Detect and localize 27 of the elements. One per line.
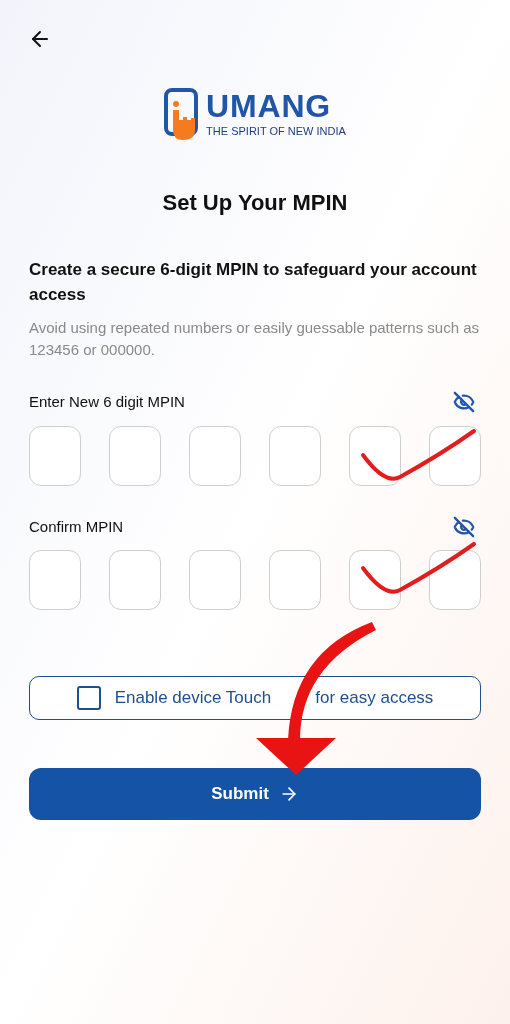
option-label: Enable device Touch (114, 687, 272, 710)
phone-hand-icon (164, 88, 201, 140)
logo-wordmark: UMANG (206, 88, 332, 123)
pin-digit-field[interactable] (29, 425, 81, 486)
heading-text: Create a secure 6-digit MPIN to safeguard your account access (29, 259, 478, 306)
pin-digit-field[interactable] (349, 550, 401, 610)
checkbox[interactable] (76, 686, 101, 710)
logo-tagline: THE SPIRIT OF NEW INDIA (206, 123, 346, 139)
pin-digit-field[interactable] (189, 550, 241, 610)
field-label: Confirm MPIN (29, 516, 124, 537)
pin-digit-field[interactable] (269, 425, 321, 486)
submit-button[interactable]: Submit (29, 768, 481, 820)
field-label: Enter New 6 digit MPIN (29, 392, 185, 412)
pin-digit-field[interactable] (349, 425, 401, 486)
pin-digit-field[interactable] (29, 550, 81, 610)
option-label: for easy access (315, 687, 434, 710)
hint-text: Avoid using repeated numbers or easily guessable patterns such as 123456 or 000000. (29, 318, 480, 360)
pin-digit-field[interactable] (189, 425, 241, 486)
pin-digit-field[interactable] (109, 550, 161, 610)
eye-off-icon[interactable] (453, 515, 475, 538)
pin-digit-field[interactable] (269, 550, 321, 610)
eye-off-icon[interactable] (453, 391, 475, 414)
pin-digit-field[interactable] (429, 425, 481, 486)
touch-option-row[interactable]: Enable device Touch for easy access (29, 676, 481, 720)
page-title: Set Up Your MPIN (161, 189, 349, 217)
pin-digit-field[interactable] (109, 425, 161, 486)
pin-digit-field[interactable] (429, 550, 481, 610)
